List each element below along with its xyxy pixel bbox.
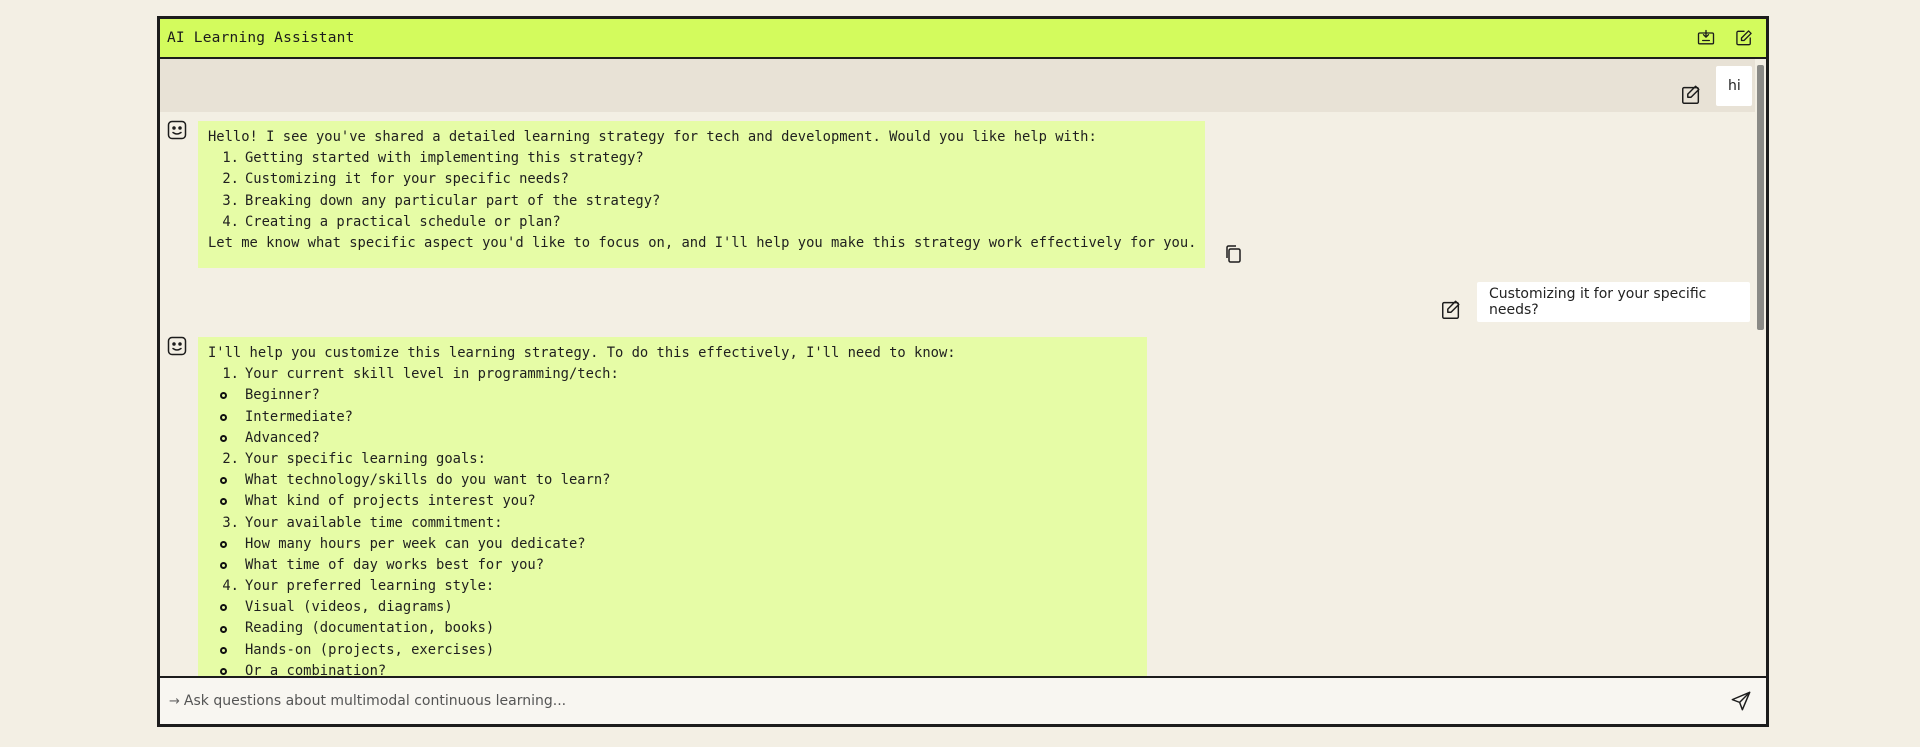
new-chat-edit-icon[interactable] — [1733, 27, 1755, 49]
user-message-bubble: hi — [1716, 66, 1752, 106]
bullet-list-item: Reading (documentation, books) — [208, 618, 1137, 639]
bullet-icon — [208, 604, 245, 612]
bullet-list-item: Intermediate? — [208, 407, 1137, 428]
bot-avatar-icon — [167, 120, 187, 140]
message-paragraph: I'll help you customize this learning st… — [208, 345, 956, 361]
bullet-list-item: How many hours per week can you dedicate… — [208, 534, 1137, 555]
list-item-text: What kind of projects interest you? — [245, 493, 536, 510]
bullet-icon — [208, 625, 245, 633]
bullet-icon — [208, 646, 245, 654]
bullet-icon — [208, 413, 245, 421]
ordered-list-item: 1. Your current skill level in programmin… — [208, 364, 1137, 385]
input-bar: → — [160, 676, 1766, 724]
bullet-icon — [208, 561, 245, 569]
list-item-text: Beginner? — [245, 387, 320, 404]
bullet-list-item: Advanced? — [208, 428, 1137, 449]
ordered-list-item: 2. Customizing it for your specific needs… — [208, 169, 1195, 190]
copy-icon[interactable] — [1223, 244, 1243, 264]
assistant-message-bubble: Hello! I see you've shared a detailed le… — [198, 121, 1205, 268]
message-paragraph: Hello! I see you've shared a detailed le… — [208, 129, 1097, 145]
user-message-text: hi — [1728, 78, 1741, 94]
ordered-list-item: 4. Creating a practical schedule or plan? — [208, 212, 1195, 233]
ordered-list-item: 4. Your preferred learning style: — [208, 576, 1137, 597]
list-item-text: Advanced? — [245, 429, 320, 446]
ordered-list-item: 1. Getting started with implementing this… — [208, 148, 1195, 169]
list-number: 1. — [222, 150, 239, 167]
message-paragraph: Let me know what specific aspect you'd l… — [208, 234, 1197, 251]
assistant-message-bubble: I'll help you customize this learning st… — [198, 337, 1147, 676]
app-header: AI Learning Assistant — [160, 19, 1766, 59]
list-item-text: Or a combination? — [245, 662, 387, 676]
list-item-text: Visual (videos, diagrams) — [245, 599, 453, 616]
list-item-text: What technology/skills do you want to le… — [245, 472, 611, 489]
bullet-list-item: Hands-on (projects, exercises) — [208, 640, 1137, 661]
list-item-text: Hands-on (projects, exercises) — [245, 641, 495, 658]
top-band — [160, 59, 1755, 112]
list-number: 2. — [222, 171, 239, 188]
bullet-icon — [208, 667, 245, 675]
list-item-text: Your preferred learning style: — [245, 578, 495, 595]
user-message-text: Customizing it for your specific needs? — [1489, 286, 1707, 318]
send-button[interactable] — [1728, 688, 1754, 714]
list-item-text: Breaking down any particular part of the… — [245, 192, 661, 209]
scrollbar[interactable] — [1755, 59, 1766, 676]
scrollbar-thumb[interactable] — [1757, 65, 1764, 330]
list-item-text: Customizing it for your specific needs? — [245, 171, 569, 188]
list-number: 1. — [222, 366, 239, 383]
list-item-text: Your current skill level in programming/… — [245, 366, 619, 383]
list-item-text: Your specific learning goals: — [245, 450, 486, 467]
chat-window: AI Learning Assistant hi Hello! I see yo… — [157, 16, 1769, 727]
list-item-text: Creating a practical schedule or plan? — [245, 213, 561, 230]
ordered-list-item: 3. Breaking down any particular part of t… — [208, 191, 1195, 212]
edit-message-icon[interactable] — [1680, 84, 1702, 106]
list-number: 4. — [222, 578, 239, 595]
list-item-text: Getting started with implementing this s… — [245, 150, 644, 167]
bullet-list-item: What time of day works best for you? — [208, 555, 1137, 576]
ordered-list-item: 2. Your specific learning goals: — [208, 449, 1137, 470]
list-number: 4. — [222, 213, 239, 230]
arrow-right-icon: → — [169, 693, 180, 709]
bullet-list-item: Or a combination? — [208, 661, 1137, 676]
list-item-text: How many hours per week can you dedicate… — [245, 535, 586, 552]
bullet-icon — [208, 434, 245, 442]
bullet-list-item: What technology/skills do you want to le… — [208, 470, 1137, 491]
list-item-text: Intermediate? — [245, 408, 353, 425]
bullet-icon — [208, 392, 245, 400]
send-icon — [1731, 691, 1751, 711]
bullet-icon — [208, 498, 245, 506]
list-number: 3. — [222, 514, 239, 531]
list-item-text: What time of day works best for you? — [245, 556, 545, 573]
bullet-list-item: What kind of projects interest you? — [208, 491, 1137, 512]
bullet-icon — [208, 477, 245, 485]
message-list[interactable]: hi Hello! I see you've shared a detailed… — [160, 59, 1766, 676]
bot-avatar-icon — [167, 336, 187, 356]
edit-message-icon[interactable] — [1440, 299, 1462, 321]
list-item-text: Reading (documentation, books) — [245, 620, 495, 637]
bullet-list-item: Visual (videos, diagrams) — [208, 597, 1137, 618]
list-number: 3. — [222, 192, 239, 209]
bullet-icon — [208, 540, 245, 548]
ordered-list-item: 3. Your available time commitment: — [208, 513, 1137, 534]
list-item-text: Your available time commitment: — [245, 514, 503, 531]
user-message-bubble: Customizing it for your specific needs? — [1477, 282, 1750, 322]
app-title: AI Learning Assistant — [167, 30, 355, 46]
list-number: 2. — [222, 450, 239, 467]
bullet-list-item: Beginner? — [208, 385, 1137, 406]
download-tray-icon[interactable] — [1695, 27, 1717, 49]
chat-input[interactable] — [183, 693, 1728, 709]
